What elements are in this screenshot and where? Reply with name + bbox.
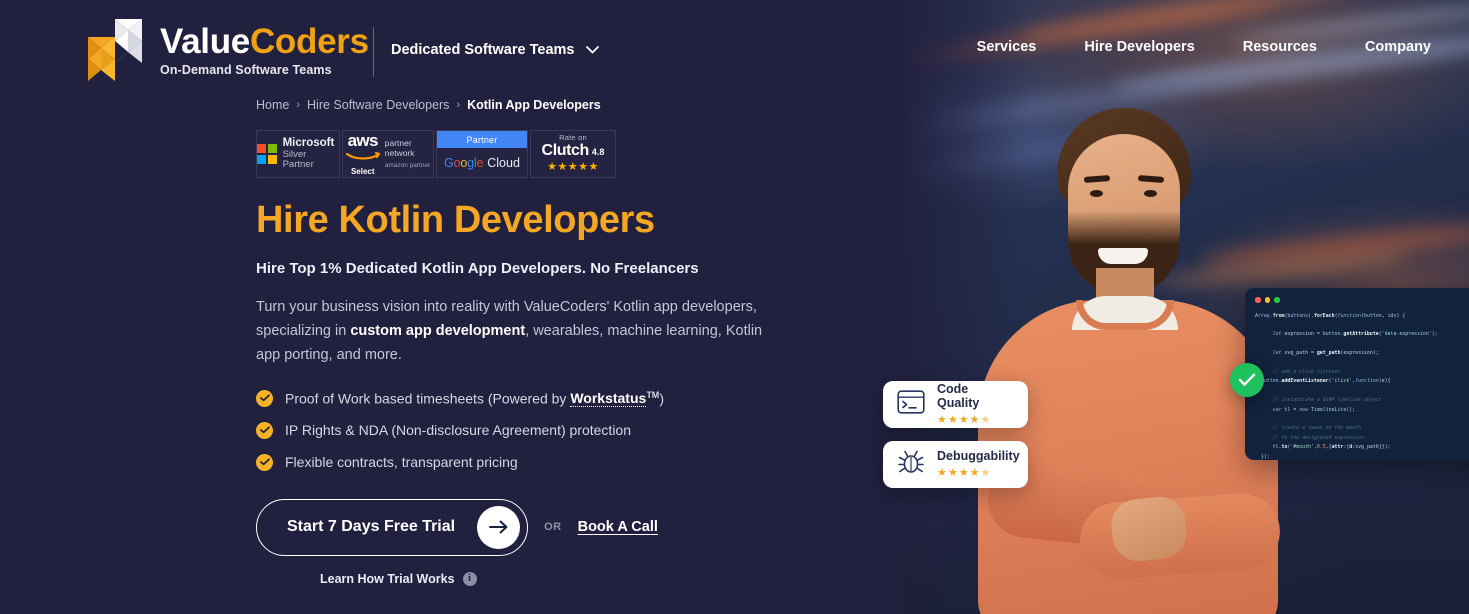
badge-microsoft-silver-partner[interactable]: Microsoft Silver Partner bbox=[256, 130, 340, 178]
list-item: IP Rights & NDA (Non-disclosure Agreemen… bbox=[256, 421, 896, 439]
logo-word-value: Value bbox=[160, 21, 250, 61]
bullet-text: Flexible contracts, transparent pricing bbox=[285, 454, 518, 471]
learn-how-trial-works-row[interactable]: Learn How Trial Works i bbox=[320, 571, 896, 586]
google-cloud-logo-icon: Google bbox=[444, 155, 484, 170]
site-header: ValueCoders On-Demand Software Teams Ded… bbox=[0, 0, 1469, 100]
breadcrumb-item-home[interactable]: Home bbox=[256, 98, 289, 112]
window-controls bbox=[1255, 297, 1469, 303]
check-circle-green-icon bbox=[1230, 363, 1264, 397]
learn-how-trial-works-label[interactable]: Learn How Trial Works bbox=[320, 572, 455, 586]
maximize-dot-icon bbox=[1274, 297, 1280, 303]
page-subtitle: Hire Top 1% Dedicated Kotlin App Develop… bbox=[256, 259, 699, 277]
book-a-call-link[interactable]: Book A Call bbox=[578, 519, 658, 535]
cta-or-label: OR bbox=[544, 521, 562, 534]
badge-clutch-rating[interactable]: Rate on Clutch 4.8 ★★★★★ bbox=[530, 130, 616, 178]
badge-google-cloud-partner[interactable]: Partner Google Cloud bbox=[436, 130, 528, 178]
chevron-down-icon bbox=[586, 42, 600, 58]
page-title: Hire Kotlin Developers bbox=[256, 199, 655, 241]
workstatus-link[interactable]: Workstatus bbox=[570, 390, 647, 408]
cta-row: Start 7 Days Free Trial OR Book A Call bbox=[256, 498, 896, 556]
hero-content: Home › Hire Software Developers › Kotlin… bbox=[256, 98, 896, 586]
feature-card-title: Code Quality bbox=[937, 382, 980, 410]
start-free-trial-label: Start 7 Days Free Trial bbox=[287, 518, 456, 536]
hero-page: ValueCoders On-Demand Software Teams Ded… bbox=[0, 0, 1469, 614]
badge-google-cloud-top: Partner bbox=[437, 131, 527, 148]
badge-microsoft-line1: Microsoft bbox=[282, 137, 335, 150]
feature-card-title: Debuggability bbox=[937, 449, 1020, 464]
code-content: Array.from(buttons).forEach(function(but… bbox=[1255, 312, 1438, 460]
microsoft-logo-icon bbox=[257, 143, 277, 164]
arrow-right-icon bbox=[477, 505, 521, 549]
badge-google-cloud-product: Cloud bbox=[487, 155, 520, 170]
nav-item-company[interactable]: Company bbox=[1365, 39, 1431, 55]
nav-item-hire-developers[interactable]: Hire Developers bbox=[1084, 39, 1194, 55]
header-divider bbox=[373, 27, 374, 77]
bullet-text: IP Rights & NDA (Non-disclosure Agreemen… bbox=[285, 422, 632, 439]
dedicated-teams-label: Dedicated Software Teams bbox=[391, 42, 575, 58]
badge-microsoft-line2: Silver Partner bbox=[282, 148, 314, 171]
partner-badges: Microsoft Silver Partner aws Select part… bbox=[256, 130, 896, 178]
badge-clutch-stars: ★★★★★ bbox=[547, 161, 599, 174]
logo-link[interactable]: ValueCoders On-Demand Software Teams bbox=[84, 17, 369, 83]
hero-paragraph: Turn your business vision into reality w… bbox=[256, 296, 786, 368]
list-item: Flexible contracts, transparent pricing bbox=[256, 453, 896, 471]
breadcrumb-separator-icon: › bbox=[456, 99, 461, 111]
minimize-dot-icon bbox=[1264, 297, 1270, 303]
check-circle-icon bbox=[256, 421, 273, 439]
bug-icon bbox=[897, 449, 925, 480]
valuecoders-cube-icon bbox=[88, 19, 142, 81]
breadcrumb-item-current: Kotlin App Developers bbox=[467, 98, 601, 112]
dedicated-teams-dropdown[interactable]: Dedicated Software Teams bbox=[391, 42, 600, 58]
logo-tagline: On-Demand Software Teams bbox=[160, 62, 332, 77]
nav-item-services[interactable]: Services bbox=[977, 39, 1037, 55]
badge-aws-select: Select bbox=[350, 167, 375, 176]
feature-card-stars: ★★★★★ bbox=[937, 466, 992, 479]
bullet-text-after: ) bbox=[659, 390, 664, 407]
custom-app-development-link[interactable]: custom app development bbox=[350, 323, 525, 339]
info-icon[interactable]: i bbox=[462, 571, 477, 586]
breadcrumb: Home › Hire Software Developers › Kotlin… bbox=[256, 98, 896, 112]
badge-aws-word: aws bbox=[347, 131, 379, 150]
logo-wordmark: ValueCoders bbox=[160, 24, 369, 59]
badge-clutch-score: 4.8 bbox=[591, 147, 605, 158]
start-free-trial-button[interactable]: Start 7 Days Free Trial bbox=[256, 498, 529, 556]
breadcrumb-item-hire-software-developers[interactable]: Hire Software Developers bbox=[307, 98, 449, 112]
hero-feature-list: Proof of Work based timesheets (Powered … bbox=[256, 389, 896, 471]
feature-card-code-quality: Code Quality ★★★★★ bbox=[883, 381, 1028, 428]
badge-aws-partner-line3: amazon partner bbox=[384, 161, 431, 169]
bullet-trademark: TM bbox=[646, 389, 660, 400]
main-navigation: Services Hire Developers Resources Compa… bbox=[977, 39, 1431, 55]
bullet-text-before: Proof of Work based timesheets (Powered … bbox=[285, 390, 571, 407]
check-circle-icon bbox=[256, 453, 273, 471]
code-editor-panel: Array.from(buttons).forEach(function(but… bbox=[1245, 288, 1469, 460]
badge-clutch-name: Clutch bbox=[541, 142, 590, 160]
nav-item-resources[interactable]: Resources bbox=[1243, 39, 1317, 55]
terminal-window-icon bbox=[897, 390, 925, 419]
badge-clutch-rate-on: Rate on bbox=[559, 133, 587, 143]
badge-aws-select-partner[interactable]: aws Select partner network amazon partne… bbox=[342, 130, 434, 178]
logo-word-coders: Coders bbox=[249, 21, 369, 61]
bullet-text: Proof of Work based timesheets (Powered … bbox=[285, 389, 664, 408]
breadcrumb-separator-icon: › bbox=[296, 99, 301, 111]
list-item: Proof of Work based timesheets (Powered … bbox=[256, 389, 896, 408]
aws-logo-icon: aws Select bbox=[345, 131, 381, 176]
close-dot-icon bbox=[1255, 297, 1261, 303]
aws-smile-icon bbox=[345, 152, 381, 160]
feature-card-debuggability: Debuggability ★★★★★ bbox=[883, 441, 1028, 488]
feature-card-stars: ★★★★★ bbox=[937, 413, 992, 426]
badge-aws-partner-line2: network bbox=[384, 147, 415, 158]
check-circle-icon bbox=[256, 389, 273, 407]
